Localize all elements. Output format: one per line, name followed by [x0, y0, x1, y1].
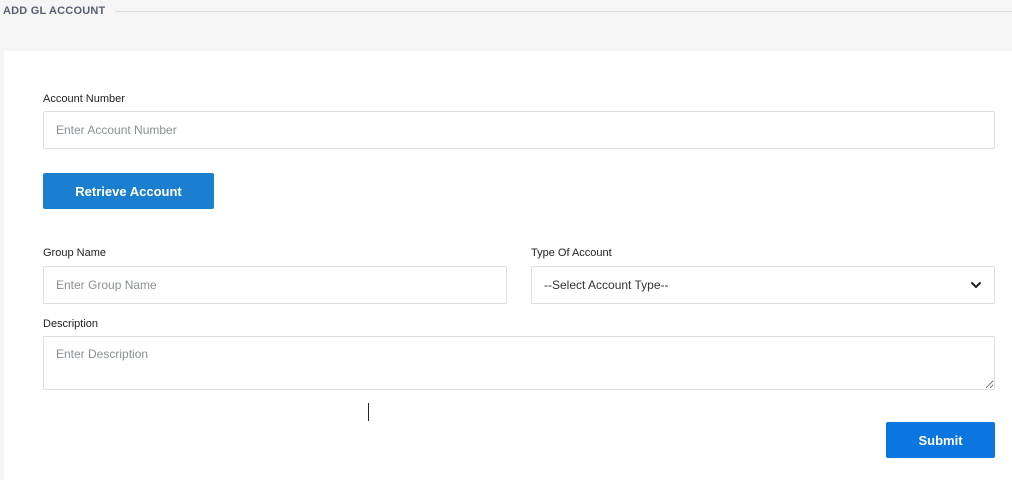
header-divider: [112, 11, 1012, 12]
account-number-label: Account Number: [43, 93, 125, 105]
description-label: Description: [43, 318, 99, 330]
account-type-label: Type Of Account: [531, 247, 612, 259]
group-name-label: Group Name: [43, 247, 106, 259]
chevron-down-icon: [971, 282, 981, 288]
submit-button[interactable]: Submit: [886, 422, 995, 458]
account-type-selected-value: --Select Account Type--: [544, 278, 669, 292]
page-title: ADD GL ACCOUNT: [3, 5, 116, 17]
retrieve-account-button[interactable]: Retrieve Account: [43, 173, 214, 209]
account-number-input[interactable]: [43, 111, 995, 149]
account-type-select[interactable]: --Select Account Type--: [531, 266, 995, 304]
group-name-input[interactable]: [43, 266, 507, 304]
description-textarea[interactable]: [43, 336, 995, 390]
text-cursor: [368, 403, 369, 421]
page-header: ADD GL ACCOUNT: [0, 0, 1012, 24]
